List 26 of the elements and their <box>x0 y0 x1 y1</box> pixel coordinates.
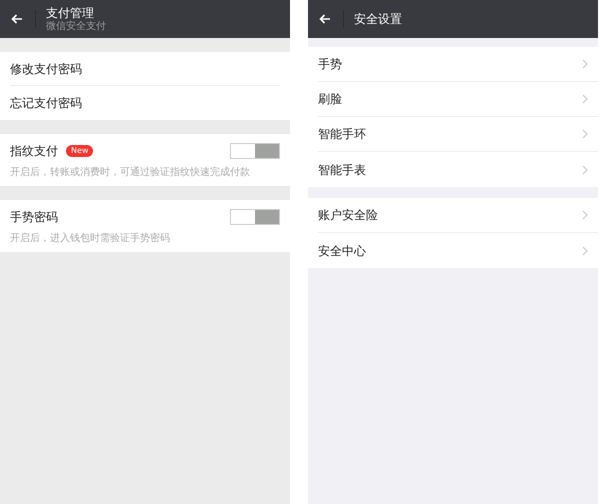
page-subtitle: 微信安全支付 <box>46 20 106 32</box>
menu-item[interactable]: 账户安全险 <box>318 198 598 233</box>
menu-item[interactable]: 智能手环 <box>318 117 598 152</box>
page-title: 支付管理 <box>46 6 95 20</box>
setting-label: 指纹支付 <box>10 143 58 160</box>
chevron-icon <box>582 210 588 220</box>
page-title: 安全设置 <box>354 12 402 26</box>
chevron-icon <box>582 164 588 174</box>
menu-item[interactable]: 修改支付密码 <box>10 52 280 86</box>
setting-hint: 开启后，进入钱包时需验证手势密码 <box>10 232 171 246</box>
toggle-switch[interactable] <box>230 209 280 225</box>
menu-item[interactable]: 忘记支付密码 <box>10 86 280 120</box>
back-icon[interactable] <box>319 14 331 24</box>
chevron-icon <box>582 94 588 104</box>
chevron-icon <box>582 59 588 69</box>
setting-hint: 开启后，转账或消费时，可通过验证指纹快速完成付款 <box>10 166 251 180</box>
menu-item[interactable]: 刷脸 <box>318 82 598 117</box>
toggle-switch[interactable] <box>230 143 280 159</box>
new-badge: New <box>66 145 94 157</box>
chevron-icon <box>582 246 588 256</box>
menu-item[interactable]: 手势 <box>318 47 598 82</box>
setting-label: 手势密码 <box>10 209 58 226</box>
menu-item[interactable]: 智能手表 <box>318 152 598 187</box>
menu-item[interactable]: 安全中心 <box>318 233 598 268</box>
back-icon[interactable] <box>11 14 23 24</box>
chevron-icon <box>582 129 588 139</box>
